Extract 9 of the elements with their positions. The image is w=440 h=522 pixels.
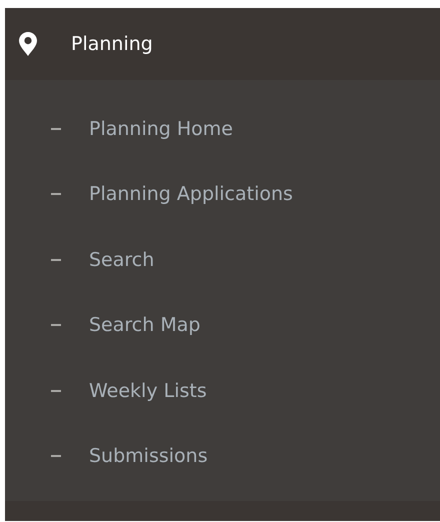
map-pin-icon xyxy=(19,32,37,56)
submenu-link[interactable]: Planning Applications xyxy=(89,183,293,206)
submenu-link[interactable]: Search xyxy=(89,248,154,271)
submenu-link[interactable]: Submissions xyxy=(89,445,208,468)
submenu-link[interactable]: Planning Home xyxy=(89,118,233,140)
menu-header[interactable]: Planning xyxy=(5,8,440,80)
submenu-link[interactable]: Search Map xyxy=(89,314,200,336)
menu-title: Planning xyxy=(71,33,153,55)
submenu-link[interactable]: Weekly Lists xyxy=(89,380,207,402)
